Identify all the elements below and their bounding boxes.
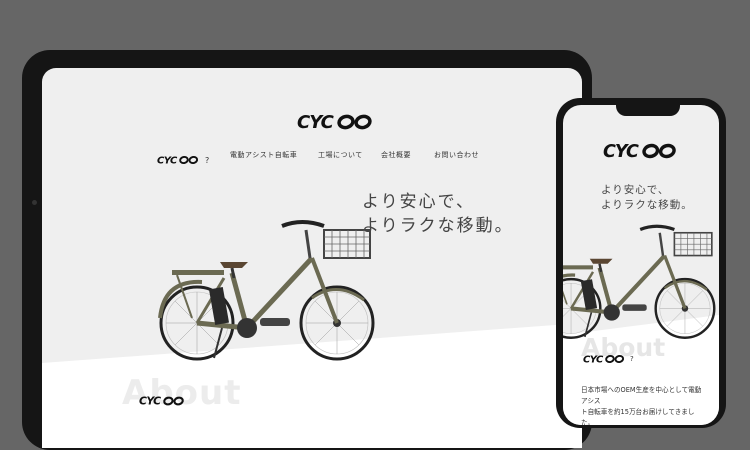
phone-device: より安心で、 よりラクな移動。 About ? 日本市場へのOEM生産を中心とし… (556, 98, 726, 428)
phone-about-body: 日本市場へのOEM生産を中心として電動アシス ト自転車を約15万台お届けしてきま… (581, 385, 707, 425)
phone-bike-image (563, 223, 719, 341)
phone-about-body-line-2: ト自転車を約15万台お届けしてきました。 (581, 408, 695, 425)
tablet-device: ? 電動アシスト自転車 工場について 会社概要 お問い合わせ より安心で、 より… (22, 50, 592, 450)
hero-line-1: より安心で、 (362, 192, 475, 212)
main-nav: ? 電動アシスト自転車 工場について 会社概要 お問い合わせ (42, 146, 582, 176)
nav-item-contact[interactable]: お問い合わせ (434, 150, 479, 160)
phone-about-body-line-1: 日本市場へのOEM生産を中心として電動アシス (581, 386, 702, 405)
nav-brand-logo (157, 154, 199, 166)
nav-item-e-bike[interactable]: 電動アシスト自転車 (230, 150, 297, 160)
phone-about-logo (583, 353, 625, 365)
phone-hero-headline: より安心で、 よりラクな移動。 (601, 183, 693, 213)
bike-image (152, 218, 382, 363)
phone-site-logo[interactable] (603, 141, 681, 161)
phone-about-suffix: ? (630, 355, 634, 363)
site-logo[interactable] (297, 112, 377, 132)
phone-about-brand: ? (583, 353, 634, 365)
hero-headline: より安心で、 よりラクな移動。 (362, 190, 514, 238)
phone-hero-line-1: より安心で、 (601, 184, 670, 196)
nav-item-company[interactable]: 会社概要 (381, 150, 411, 160)
about-logo (138, 395, 185, 407)
camera-icon (32, 200, 37, 205)
tablet-screen: ? 電動アシスト自転車 工場について 会社概要 お問い合わせ より安心で、 より… (42, 68, 582, 448)
hero-line-2: よりラクな移動。 (362, 216, 514, 236)
nav-item-about[interactable]: ? (157, 154, 209, 166)
about-heading: About (122, 373, 242, 413)
phone-notch (616, 105, 680, 116)
nav-item-factory[interactable]: 工場について (318, 150, 363, 160)
phone-screen: より安心で、 よりラクな移動。 About ? 日本市場へのOEM生産を中心とし… (563, 105, 719, 425)
phone-hero-line-2: よりラクな移動。 (601, 199, 693, 211)
nav-brand-suffix: ? (205, 155, 210, 165)
